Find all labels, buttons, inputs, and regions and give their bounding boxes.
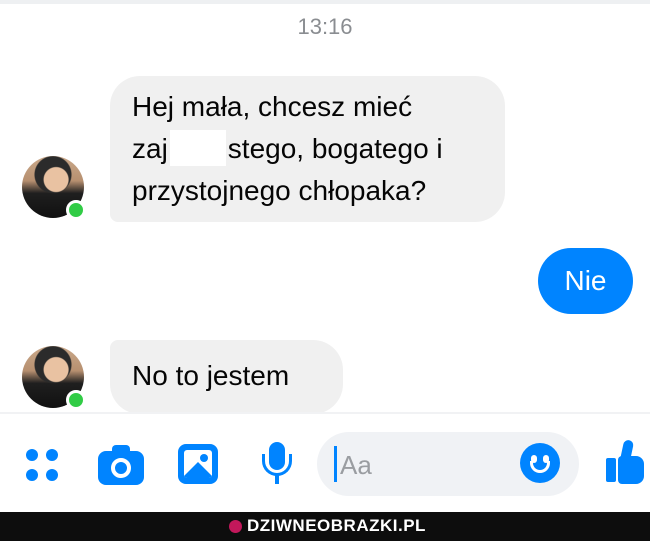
cuff-shape [606,458,616,482]
censor-block [169,130,226,166]
grid-dot [46,449,58,461]
mic-stem [275,475,279,484]
gallery-inner [184,450,212,478]
online-status-dot [66,200,86,220]
gallery-icon[interactable] [178,444,218,484]
mic-capsule [269,442,285,470]
site-watermark: DZIWNEOBRAZKI.PL [229,515,426,537]
message-line: przystojnego chłopaka? [132,175,427,206]
incoming-message-bubble[interactable]: No to jestem [110,340,343,414]
emoji-mouth [530,461,550,473]
message-input-placeholder: Aa [340,450,372,480]
grid-dot [26,469,38,481]
grid-dot [46,469,58,481]
incoming-message-bubble[interactable]: Hej mała, chcesz mieć zaj stego, bogatego… [110,76,505,222]
contact-avatar[interactable] [22,156,86,220]
emoji-icon[interactable] [520,443,560,483]
contact-avatar[interactable] [22,346,86,410]
watermark-text: DZIWNEOBRAZKI.PL [247,516,426,535]
message-fragment: zaj [132,133,168,164]
message-line: zaj stego, bogatego i [132,128,483,170]
camera-icon[interactable] [98,445,144,485]
microphone-icon[interactable] [262,442,292,486]
gallery-sun [200,454,208,462]
hand-shape [618,456,644,484]
message-line: Hej mała, chcesz mieć [132,91,413,122]
message-timestamp: 13:16 [297,14,353,39]
grid-dot [26,449,38,461]
online-status-dot [66,390,86,410]
outgoing-message-bubble[interactable]: Nie [538,248,633,314]
top-divider [0,0,650,4]
text-caret [334,446,337,482]
thumbs-up-icon[interactable] [606,439,646,484]
watermark-logo-icon [229,519,242,533]
camera-lens [111,458,131,478]
gallery-mountain [184,462,212,478]
message-fragment: stego, bogatego i [227,133,443,164]
messenger-chat-screen: 13:16 Hej mała, chcesz mieć zaj stego, bo… [0,0,650,541]
apps-grid-icon[interactable] [26,449,60,483]
